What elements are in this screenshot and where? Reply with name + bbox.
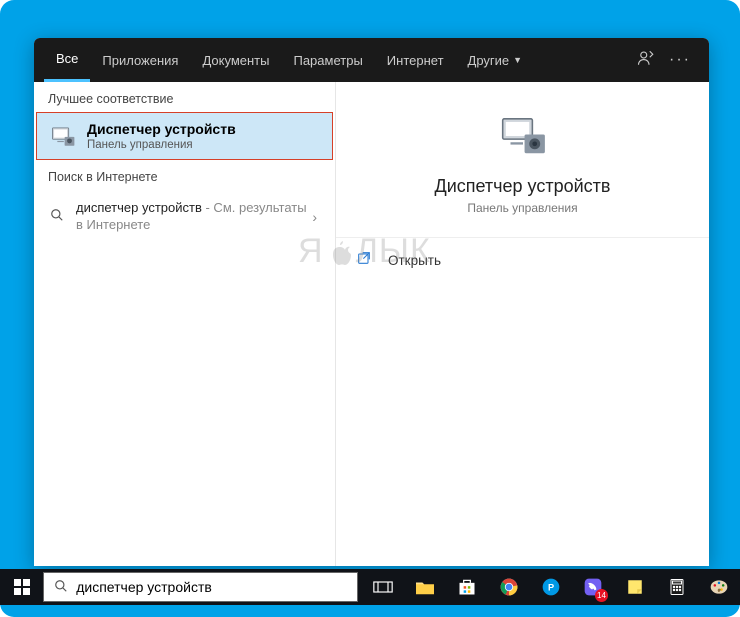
microsoft-store-icon[interactable] — [446, 569, 488, 605]
web-result-text: диспетчер устройств - См. результаты в И… — [76, 200, 308, 234]
tab-documents[interactable]: Документы — [190, 38, 281, 82]
start-button[interactable] — [0, 569, 43, 605]
tab-settings[interactable]: Параметры — [281, 38, 374, 82]
tab-web-label: Интернет — [387, 53, 444, 68]
web-search-result[interactable]: диспетчер устройств - См. результаты в И… — [34, 190, 335, 244]
tab-web[interactable]: Интернет — [375, 38, 456, 82]
app-blue-icon[interactable]: P — [530, 569, 572, 605]
detail-title: Диспетчер устройств — [356, 176, 689, 197]
search-results-panel: Все Приложения Документы Параметры Интер… — [34, 38, 709, 566]
chevron-right-icon[interactable]: › — [308, 209, 321, 225]
search-icon — [48, 208, 66, 225]
best-match-item[interactable]: Диспетчер устройств Панель управления — [36, 112, 333, 160]
calculator-icon[interactable] — [656, 569, 698, 605]
chrome-icon[interactable] — [488, 569, 530, 605]
results-list: Лучшее соответствие Диспетчер устройств … — [34, 82, 336, 566]
overflow-menu-icon[interactable]: ··· — [669, 51, 691, 69]
web-result-query: диспетчер устройств — [76, 200, 202, 215]
search-filter-tabs: Все Приложения Документы Параметры Интер… — [34, 38, 709, 82]
viber-icon[interactable]: 14 — [572, 569, 614, 605]
taskbar-search-input[interactable] — [76, 579, 347, 595]
best-match-title: Диспетчер устройств — [87, 121, 236, 137]
tab-apps[interactable]: Приложения — [90, 38, 190, 82]
open-icon — [356, 250, 374, 270]
action-open[interactable]: Открыть — [336, 238, 709, 282]
action-open-label: Открыть — [388, 253, 441, 268]
tab-apps-label: Приложения — [102, 53, 178, 68]
search-icon — [54, 579, 68, 596]
device-manager-icon — [49, 122, 77, 150]
paint-icon[interactable] — [698, 569, 740, 605]
section-web-search: Поиск в Интернете — [34, 160, 335, 190]
sticky-notes-icon[interactable] — [614, 569, 656, 605]
windows-logo-icon — [14, 579, 30, 595]
section-best-match: Лучшее соответствие — [34, 82, 335, 112]
task-view-button[interactable] — [362, 569, 404, 605]
detail-subtitle: Панель управления — [356, 201, 689, 215]
svg-text:P: P — [548, 582, 554, 592]
taskbar-search-box[interactable] — [43, 572, 358, 602]
tab-all-label: Все — [56, 51, 78, 66]
tab-all[interactable]: Все — [44, 38, 90, 82]
taskbar: P 14 — [0, 569, 740, 605]
file-explorer-icon[interactable] — [404, 569, 446, 605]
tab-documents-label: Документы — [202, 53, 269, 68]
viber-badge: 14 — [595, 589, 608, 602]
best-match-subtitle: Панель управления — [87, 139, 236, 151]
tab-more[interactable]: Другие▼ — [456, 38, 535, 82]
device-manager-large-icon — [497, 110, 549, 162]
feedback-icon[interactable] — [637, 49, 655, 72]
tab-settings-label: Параметры — [293, 53, 362, 68]
result-detail-pane: Диспетчер устройств Панель управления От… — [336, 82, 709, 566]
tab-more-label: Другие — [468, 53, 510, 68]
chevron-down-icon: ▼ — [513, 55, 522, 65]
